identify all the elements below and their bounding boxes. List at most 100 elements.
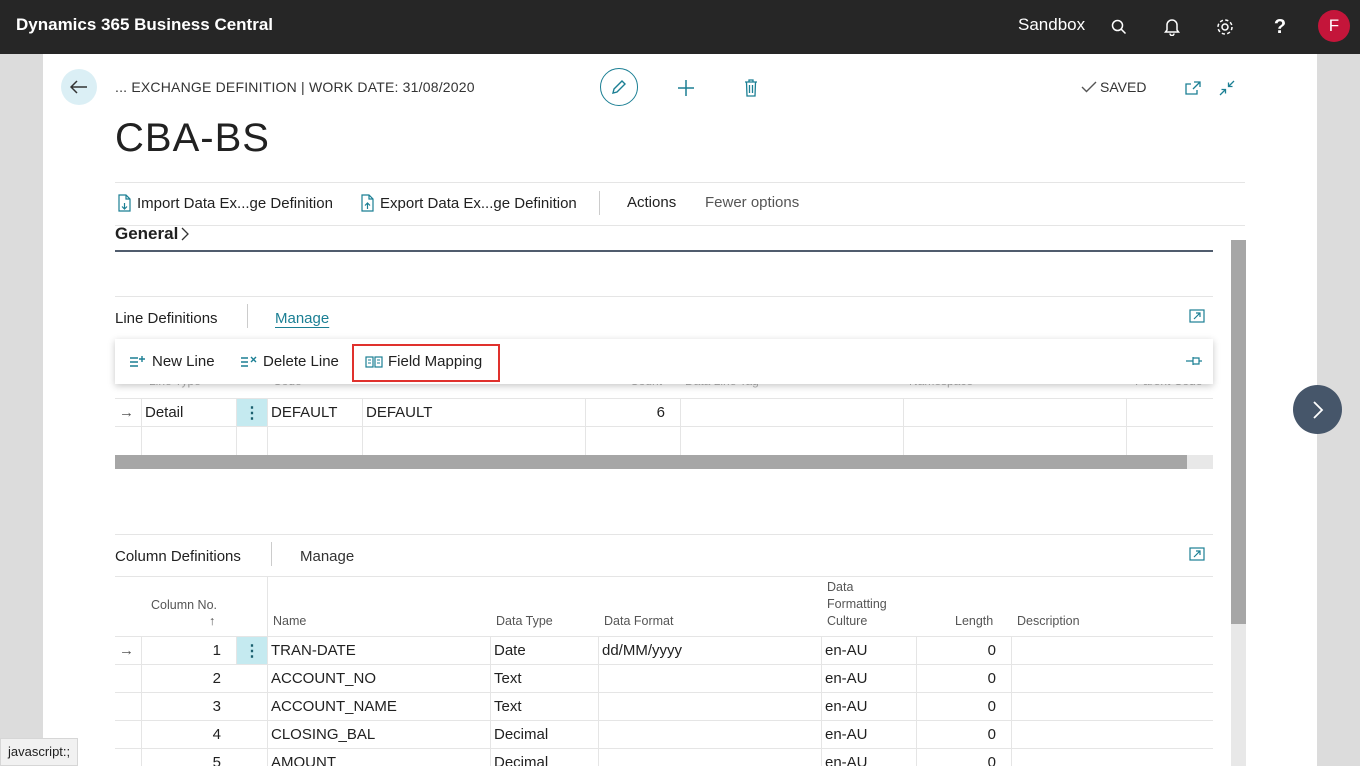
culture-cell[interactable]: en-AU [821, 749, 916, 766]
data-type-header[interactable]: Data Type [496, 613, 553, 630]
row-menu-icon[interactable]: ⋮ [237, 399, 267, 427]
culture-header-line-1[interactable]: Data [827, 579, 853, 596]
new-line-button[interactable]: New Line [129, 353, 215, 370]
edit-button[interactable] [600, 68, 638, 106]
browser-status-bar: javascript:; [0, 738, 79, 766]
open-new-window-button[interactable] [1184, 79, 1202, 97]
data-type-cell[interactable]: Date [490, 637, 598, 665]
general-fasttab-header[interactable]: General [115, 224, 190, 244]
description-cell[interactable] [1011, 721, 1213, 749]
description-cell[interactable] [1011, 693, 1213, 721]
vertical-scrollbar-track[interactable] [1231, 624, 1246, 766]
general-fasttab[interactable]: General [115, 222, 1213, 252]
culture-header-line-3[interactable]: Culture [827, 613, 867, 630]
column-count-cell[interactable]: 6 [585, 399, 680, 427]
data-format-cell[interactable]: dd/MM/yyyy [598, 637, 821, 665]
length-cell[interactable]: 0 [916, 637, 1011, 665]
horizontal-scrollbar[interactable] [115, 455, 1213, 469]
cell-divider [1126, 427, 1127, 455]
data-format-cell[interactable] [598, 721, 821, 749]
cell-divider [267, 427, 268, 455]
data-format-cell[interactable] [598, 665, 821, 693]
table-row[interactable]: 5 AMOUNT Decimal en-AU 0 [115, 748, 1213, 766]
name-cell[interactable]: ACCOUNT_NAME [267, 693, 490, 721]
environment-label[interactable]: Sandbox [1018, 15, 1085, 35]
table-row[interactable]: → 1 ⋮ TRAN-DATE Date dd/MM/yyyy en-AU 0 [115, 636, 1213, 665]
column-no-header[interactable]: Column No. [151, 597, 217, 614]
data-type-cell[interactable]: Text [490, 693, 598, 721]
delete-line-label: Delete Line [263, 353, 339, 370]
table-row[interactable]: 2 ACCOUNT_NO Text en-AU 0 [115, 664, 1213, 693]
gear-icon[interactable] [1214, 16, 1236, 38]
expand-icon[interactable] [1189, 547, 1205, 566]
name-cell[interactable]: TRAN-DATE [267, 637, 490, 665]
record-panel: ... EXCHANGE DEFINITION | WORK DATE: 31/… [43, 54, 1317, 766]
pin-icon[interactable] [1185, 354, 1203, 372]
next-record-button[interactable] [1293, 385, 1342, 434]
description-header[interactable]: Description [1017, 613, 1080, 630]
line-definitions-header: Line Definitions Manage [115, 296, 1213, 337]
row-menu-icon[interactable]: ⋮ [237, 637, 267, 665]
column-no-cell[interactable]: 1 [141, 637, 225, 665]
namespace-cell[interactable] [903, 399, 1126, 427]
vertical-scrollbar-thumb[interactable] [1231, 240, 1246, 624]
column-no-cell[interactable]: 3 [141, 693, 225, 721]
name-cell[interactable]: CLOSING_BAL [267, 721, 490, 749]
culture-header-line-2[interactable]: Formatting [827, 596, 887, 613]
column-no-cell[interactable]: 4 [141, 721, 225, 749]
culture-cell[interactable]: en-AU [821, 693, 916, 721]
table-row[interactable]: 3 ACCOUNT_NAME Text en-AU 0 [115, 692, 1213, 721]
column-definitions-manage-tab[interactable]: Manage [300, 548, 354, 565]
back-button[interactable] [61, 69, 97, 105]
data-format-cell[interactable] [598, 693, 821, 721]
trash-icon [745, 79, 757, 97]
page-title: CBA-BS [115, 116, 270, 160]
table-row[interactable]: → Detail ⋮ DEFAULT DEFAULT 6 [115, 398, 1213, 427]
data-format-header[interactable]: Data Format [604, 613, 673, 630]
app-brand[interactable]: Dynamics 365 Business Central [16, 15, 273, 35]
name-cell[interactable]: ACCOUNT_NO [267, 665, 490, 693]
length-cell[interactable]: 0 [916, 749, 1011, 766]
bell-icon[interactable] [1161, 16, 1183, 38]
help-icon[interactable]: ? [1269, 16, 1291, 38]
length-cell[interactable]: 0 [916, 693, 1011, 721]
data-type-cell[interactable]: Decimal [490, 749, 598, 766]
length-cell[interactable]: 0 [916, 721, 1011, 749]
expand-icon[interactable] [1189, 309, 1205, 328]
fewer-options-button[interactable]: Fewer options [705, 194, 799, 211]
delete-line-button[interactable]: Delete Line [240, 353, 339, 370]
data-line-tag-cell[interactable] [680, 399, 903, 427]
export-action[interactable]: Export Data Ex...ge Definition [360, 194, 577, 212]
line-type-cell[interactable]: Detail [141, 399, 237, 427]
actions-menu[interactable]: Actions [627, 194, 676, 211]
code-cell[interactable]: DEFAULT [267, 399, 362, 427]
table-row[interactable]: 4 CLOSING_BAL Decimal en-AU 0 [115, 720, 1213, 749]
top-bar: Dynamics 365 Business Central Sandbox ? … [0, 0, 1360, 54]
horizontal-scrollbar-thumb[interactable] [115, 455, 1187, 469]
culture-cell[interactable]: en-AU [821, 721, 916, 749]
table-row[interactable] [115, 426, 1213, 456]
name-header[interactable]: Name [273, 613, 306, 630]
collapse-button[interactable] [1218, 79, 1236, 97]
action-bar: Import Data Ex...ge Definition Export Da… [115, 182, 1245, 226]
import-action[interactable]: Import Data Ex...ge Definition [117, 194, 333, 212]
avatar[interactable]: F [1318, 10, 1350, 42]
culture-cell[interactable]: en-AU [821, 665, 916, 693]
length-cell[interactable]: 0 [916, 665, 1011, 693]
delete-button[interactable] [741, 78, 761, 98]
name-cell[interactable]: DEFAULT [362, 399, 585, 427]
data-type-cell[interactable]: Decimal [490, 721, 598, 749]
line-definitions-manage-tab[interactable]: Manage [275, 310, 329, 327]
column-no-cell[interactable]: 5 [141, 749, 225, 766]
data-format-cell[interactable] [598, 749, 821, 766]
description-cell[interactable] [1011, 637, 1213, 665]
name-cell[interactable]: AMOUNT [267, 749, 490, 766]
length-header[interactable]: Length [955, 613, 993, 630]
description-cell[interactable] [1011, 665, 1213, 693]
data-type-cell[interactable]: Text [490, 665, 598, 693]
description-cell[interactable] [1011, 749, 1213, 766]
column-no-cell[interactable]: 2 [141, 665, 225, 693]
new-button[interactable] [676, 78, 696, 98]
culture-cell[interactable]: en-AU [821, 637, 916, 665]
search-icon[interactable] [1108, 16, 1130, 38]
